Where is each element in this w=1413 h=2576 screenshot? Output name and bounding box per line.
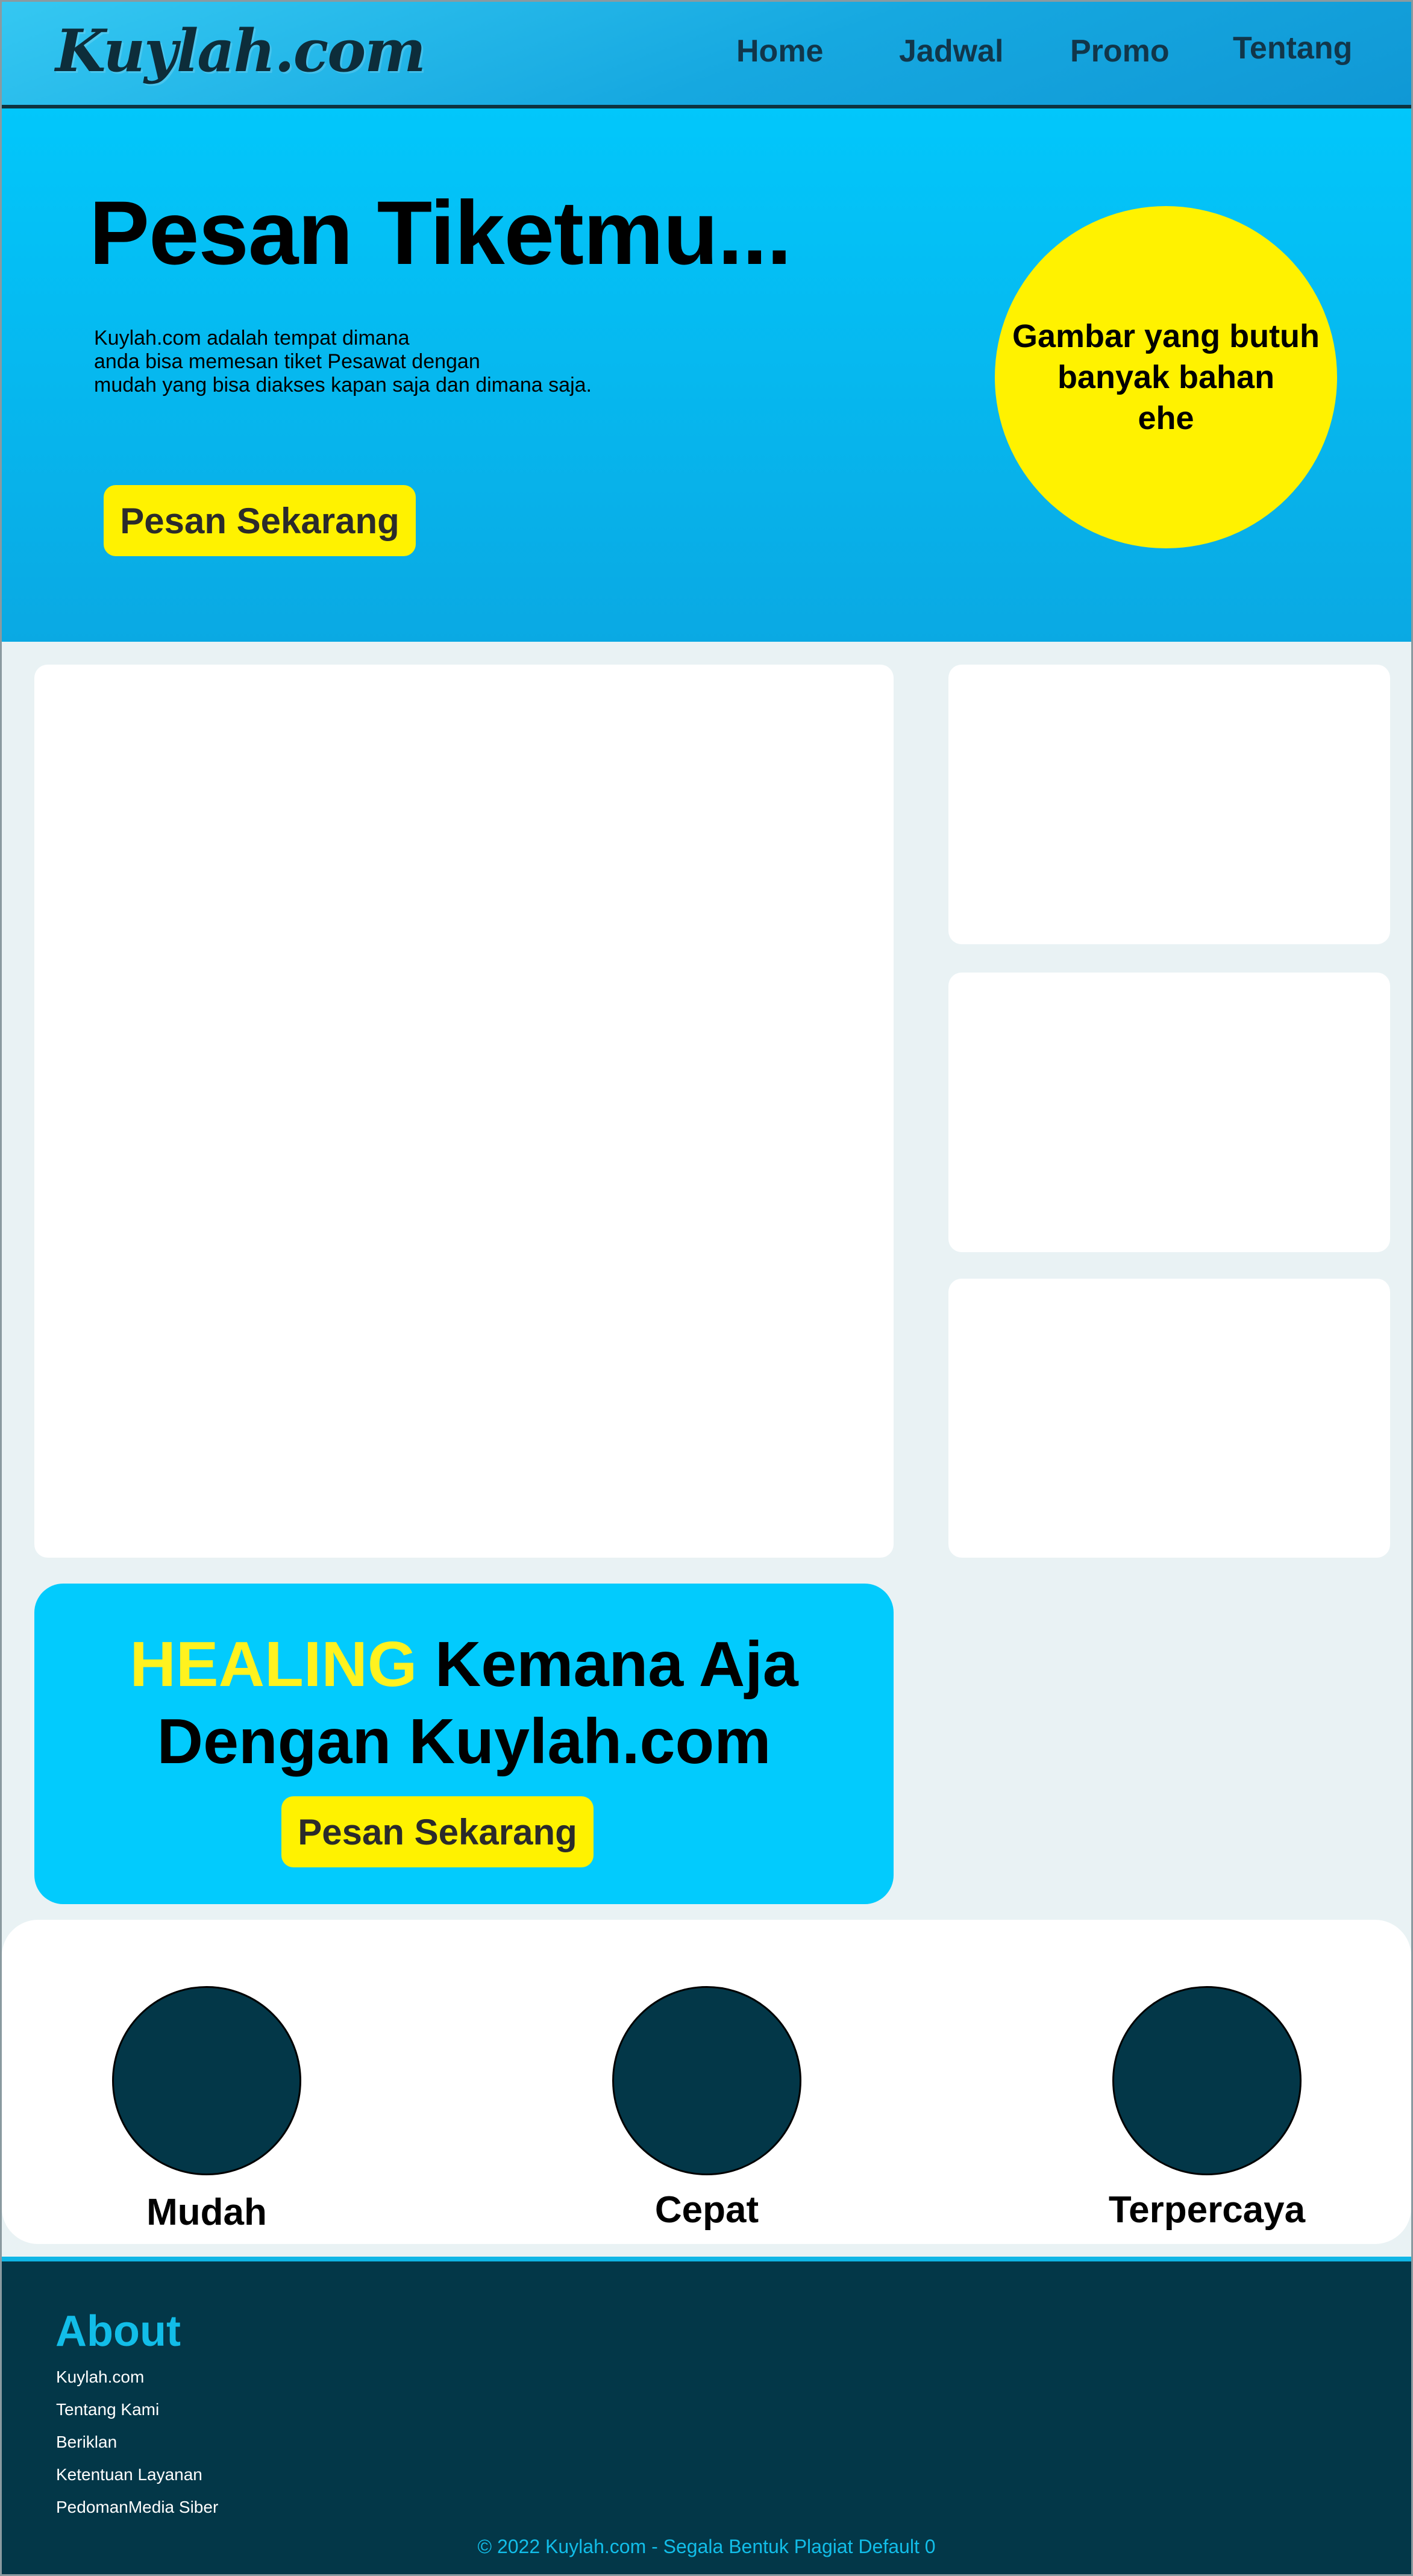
side-card (948, 665, 1390, 944)
footer-link-pedoman-media-siber[interactable]: PedomanMedia Siber (56, 2491, 218, 2524)
features-section: Mudah Cepat Terpercaya (2, 1920, 1411, 2244)
hero-image-placeholder-text: Gambar yang butuh banyak bahan ehe (1009, 316, 1323, 439)
promo-title-line2: Dengan Kuylah.com (157, 1706, 771, 1777)
feature-icon-cepat (612, 1986, 801, 2175)
side-card (948, 1279, 1390, 1558)
footer-copyright: © 2022 Kuylah.com - Segala Bentuk Plagia… (477, 2536, 936, 2557)
feature-icon-terpercaya (1112, 1986, 1302, 2175)
nav-jadwal[interactable]: Jadwal (899, 33, 1003, 69)
footer-link-tentang-kami[interactable]: Tentang Kami (56, 2393, 218, 2426)
site-logo[interactable]: Kuylah.com (55, 17, 426, 85)
promo-highlight: HEALING (130, 1629, 418, 1700)
footer-link-kuylah[interactable]: Kuylah.com (56, 2361, 218, 2393)
nav-tentang[interactable]: Tentang (1233, 30, 1352, 66)
hero-image-placeholder: Gambar yang butuh banyak bahan ehe (995, 206, 1337, 548)
promo-title: HEALING Kemana Aja Dengan Kuylah.com (34, 1626, 894, 1780)
promo-order-button[interactable]: Pesan Sekarang (281, 1796, 594, 1867)
main-content-card (34, 665, 894, 1558)
hero-description: Kuylah.com adalah tempat dimana anda bis… (94, 327, 636, 397)
site-footer: About Kuylah.com Tentang Kami Beriklan K… (0, 2257, 1413, 2576)
footer-links: Kuylah.com Tentang Kami Beriklan Ketentu… (56, 2361, 218, 2524)
feature-label-mudah: Mudah (146, 2192, 267, 2233)
nav-promo[interactable]: Promo (1070, 33, 1170, 69)
feature-icon-mudah (112, 1986, 301, 2175)
feature-label-terpercaya: Terpercaya (1108, 2189, 1306, 2231)
footer-link-beriklan[interactable]: Beriklan (56, 2426, 218, 2458)
placeholder-line: banyak bahan (1057, 359, 1275, 395)
site-header: Kuylah.com Home Jadwal Promo Tentang (0, 0, 1413, 108)
promo-title-line1: Kemana Aja (417, 1629, 798, 1700)
hero-description-line: Kuylah.com adalah tempat dimana (94, 327, 410, 349)
footer-about-title: About (55, 2307, 181, 2355)
side-card (948, 973, 1390, 1252)
hero-title: Pesan Tiketmu... (89, 182, 792, 283)
hero-description-line: mudah yang bisa diakses kapan saja dan d… (94, 374, 592, 396)
placeholder-line: ehe (1138, 400, 1194, 436)
placeholder-line: Gambar yang butuh (1012, 318, 1320, 354)
footer-link-ketentuan-layanan[interactable]: Ketentuan Layanan (56, 2458, 218, 2491)
nav-home[interactable]: Home (736, 33, 823, 69)
promo-banner: HEALING Kemana Aja Dengan Kuylah.com Pes… (34, 1584, 894, 1904)
hero-section: Pesan Tiketmu... Kuylah.com adalah tempa… (0, 108, 1413, 642)
feature-label-cepat: Cepat (654, 2189, 759, 2231)
order-now-button[interactable]: Pesan Sekarang (104, 485, 416, 556)
hero-description-line: anda bisa memesan tiket Pesawat dengan (94, 350, 480, 373)
